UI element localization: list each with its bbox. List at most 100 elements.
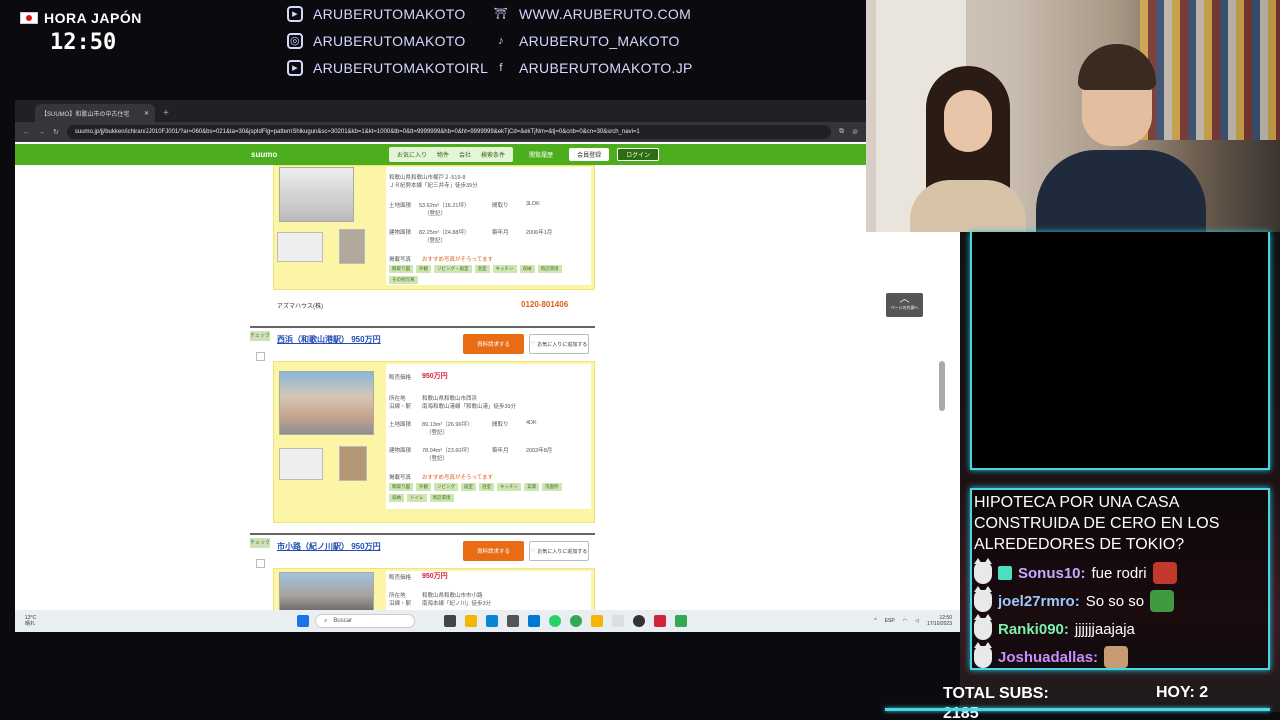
webcam-feed bbox=[866, 0, 1280, 232]
browser-window: 【SUUMO】和歌山市の中古住宅 ✕ + ← → ↻ suumo.jp/jj/b… bbox=[15, 100, 866, 632]
notepad-icon[interactable] bbox=[612, 615, 624, 627]
chat-username: Joshuadallas: bbox=[998, 648, 1099, 666]
login-button[interactable]: ログイン bbox=[617, 148, 660, 161]
chrome-icon[interactable] bbox=[570, 615, 582, 627]
volume-icon[interactable]: ◁ bbox=[915, 618, 919, 624]
listing-checkbox[interactable] bbox=[256, 352, 265, 361]
app-icon[interactable] bbox=[654, 615, 666, 627]
tab-suumo[interactable]: 【SUUMO】和歌山市の中古住宅 ✕ bbox=[35, 104, 155, 122]
floorplan-thumbnail[interactable] bbox=[277, 232, 323, 262]
tab-bar: 【SUUMO】和歌山市の中古住宅 ✕ + bbox=[15, 100, 866, 122]
translate-icon[interactable]: ⧉ bbox=[839, 128, 844, 136]
windows-taskbar: 13°C 晴れ ⌕ Buscar ^ ESP ◠ ◁ 12:50 17/10/2… bbox=[15, 610, 960, 632]
suumo-nav: お気に入り 物件 会社 検索条件 bbox=[389, 147, 514, 162]
chrome-alt-icon[interactable] bbox=[675, 615, 687, 627]
listing-photo[interactable] bbox=[279, 167, 354, 222]
weather-widget[interactable]: 13°C 晴れ bbox=[25, 615, 36, 627]
obs-icon[interactable] bbox=[633, 615, 645, 627]
heart-icon: ♡ bbox=[530, 548, 536, 554]
close-icon[interactable]: ✕ bbox=[144, 110, 149, 117]
outlook-icon[interactable] bbox=[528, 615, 540, 627]
social-item: ◎ ARUBERUTOMAKOTO bbox=[287, 27, 488, 54]
social-item: ♪ ARUBERUTO_MAKOTO bbox=[493, 27, 693, 54]
listing-photo[interactable] bbox=[279, 371, 374, 435]
check-label: チェック bbox=[250, 538, 271, 548]
listing-price: 950万円 bbox=[422, 573, 448, 580]
listing-details: 和歌山県和歌山市梶戸２-519-8 ＪＲ紀勢本線「紀三井寺」徒歩39分 土地面積… bbox=[386, 167, 591, 285]
chevron-up-icon[interactable]: ^ bbox=[874, 618, 876, 624]
clock-label: HORA JAPÓN bbox=[44, 10, 142, 26]
listing-title-link[interactable]: 西浜（和歌山港駅） 950万円 bbox=[277, 334, 381, 345]
clock-time: 12:50 bbox=[50, 30, 117, 55]
stream-title: HIPOTECA POR UNA CASA CONSTRUIDA DE CERO… bbox=[974, 494, 1220, 553]
nav-companies[interactable]: 会社 bbox=[459, 150, 471, 159]
tiktok-icon: ♪ bbox=[498, 34, 504, 47]
listing-results: 和歌山県和歌山市梶戸２-519-8 ＪＲ紀勢本線「紀三井寺」徒歩39分 土地面積… bbox=[15, 165, 866, 610]
subs-today: HOY: 2 bbox=[1156, 684, 1209, 701]
chat-message: Ranki090: jjjjjjaajaja bbox=[974, 614, 1266, 643]
chat-username: Sonus10: bbox=[1018, 564, 1086, 582]
store-icon[interactable] bbox=[507, 615, 519, 627]
add-favorite-button[interactable]: ♡ お気に入りに追加する bbox=[529, 541, 589, 561]
photos-icon[interactable] bbox=[591, 615, 603, 627]
task-view-icon[interactable] bbox=[444, 615, 456, 627]
scrollbar-thumb[interactable] bbox=[939, 361, 945, 411]
pepe-emote-icon bbox=[1150, 590, 1175, 612]
history-link[interactable]: 閲覧履歴 bbox=[521, 148, 561, 161]
instagram-icon: ◎ bbox=[287, 32, 303, 49]
taskbar-clock[interactable]: 12:50 17/10/2023 bbox=[927, 615, 952, 627]
listing-photo[interactable] bbox=[279, 572, 374, 610]
photo-tags: 間取り図 外観 リビング・居室 浴室 キッチン 収納 周辺環境 その他写真 bbox=[389, 265, 564, 284]
fox-mask-icon bbox=[974, 558, 992, 584]
forward-icon[interactable]: → bbox=[38, 129, 45, 136]
chat-message: joel27rmro: So so so bbox=[974, 586, 1266, 615]
interior-thumbnail[interactable] bbox=[339, 446, 367, 481]
taskbar-search[interactable]: ⌕ Buscar bbox=[315, 614, 415, 628]
suumo-header: suumo お気に入り 物件 会社 検索条件 閲覧履歴 会員登録 ログイン bbox=[15, 144, 866, 165]
nav-favorites[interactable]: お気に入り bbox=[397, 150, 427, 159]
nav-search-conditions[interactable]: 検索条件 bbox=[481, 150, 505, 159]
new-tab-icon[interactable]: + bbox=[163, 108, 169, 119]
wifi-icon[interactable]: ◠ bbox=[903, 618, 907, 624]
social-links-right: ⛩ WWW.ARUBERUTO.COM ♪ ARUBERUTO_MAKOTO f AR… bbox=[493, 0, 693, 81]
listing-checkbox[interactable] bbox=[256, 559, 265, 568]
language-indicator[interactable]: ESP bbox=[885, 618, 895, 624]
suumo-logo[interactable]: suumo bbox=[251, 150, 381, 159]
chat-panel: HIPOTECA POR UNA CASA CONSTRUIDA DE CERO… bbox=[970, 488, 1270, 670]
extensions-icon[interactable]: ⊘ bbox=[852, 128, 858, 136]
floorplan-thumbnail[interactable] bbox=[279, 448, 323, 480]
address-bar: ← → ↻ suumo.jp/jj/bukken/ichiran/JJ010FJ… bbox=[15, 122, 866, 142]
social-item: ▸ ARUBERUTOMAKOTOIRL bbox=[287, 54, 488, 81]
search-icon: ⌕ bbox=[324, 617, 328, 624]
chat-text: jjjjjjaajaja bbox=[1074, 620, 1135, 638]
register-button[interactable]: 会員登録 bbox=[569, 148, 610, 161]
secondary-camera-frame bbox=[970, 232, 1270, 470]
page-top-button[interactable]: ︿ ページの先頭へ bbox=[886, 293, 923, 317]
exterior-thumbnail[interactable] bbox=[339, 229, 365, 264]
request-info-button[interactable]: 資料請求する bbox=[463, 541, 524, 561]
social-item: f ARUBERUTOMAKOTO.JP bbox=[493, 54, 693, 81]
check-label: チェック bbox=[250, 331, 271, 341]
system-tray: ^ ESP ◠ ◁ 12:50 17/10/2023 bbox=[874, 615, 952, 627]
torii-icon: ⛩ bbox=[493, 8, 509, 20]
face-emote-icon bbox=[1104, 646, 1129, 668]
file-explorer-icon[interactable] bbox=[465, 615, 477, 627]
request-info-button[interactable]: 資料請求する bbox=[463, 334, 524, 354]
facebook-icon: f bbox=[499, 61, 503, 74]
back-icon[interactable]: ← bbox=[23, 129, 30, 136]
chat-text: So so so bbox=[1085, 592, 1145, 610]
url-input[interactable]: suumo.jp/jj/bukken/ichiran/JJ010FJ001/?a… bbox=[66, 125, 832, 139]
chat-text: fue rodri bbox=[1091, 564, 1147, 582]
streamer-woman bbox=[896, 60, 1036, 232]
add-favorite-button[interactable]: ♡ お気に入りに追加する bbox=[529, 334, 589, 354]
listing-title-link[interactable]: 市小路（紀ノ川駅） 950万円 bbox=[277, 541, 381, 552]
reload-icon[interactable]: ↻ bbox=[53, 128, 59, 136]
phone-number[interactable]: 0120-801406 bbox=[521, 300, 568, 309]
heart-icon: ♡ bbox=[530, 341, 536, 347]
social-item: ⛩ WWW.ARUBERUTO.COM bbox=[493, 5, 692, 22]
nav-properties[interactable]: 物件 bbox=[437, 150, 449, 159]
start-icon[interactable] bbox=[297, 615, 309, 627]
listing-details: 販売価格 950万円 所在地 沿線・駅 和歌山県和歌山市市小路 南海本線「紀ノ川… bbox=[386, 571, 591, 610]
edge-icon[interactable] bbox=[486, 615, 498, 627]
whatsapp-icon[interactable] bbox=[549, 615, 561, 627]
